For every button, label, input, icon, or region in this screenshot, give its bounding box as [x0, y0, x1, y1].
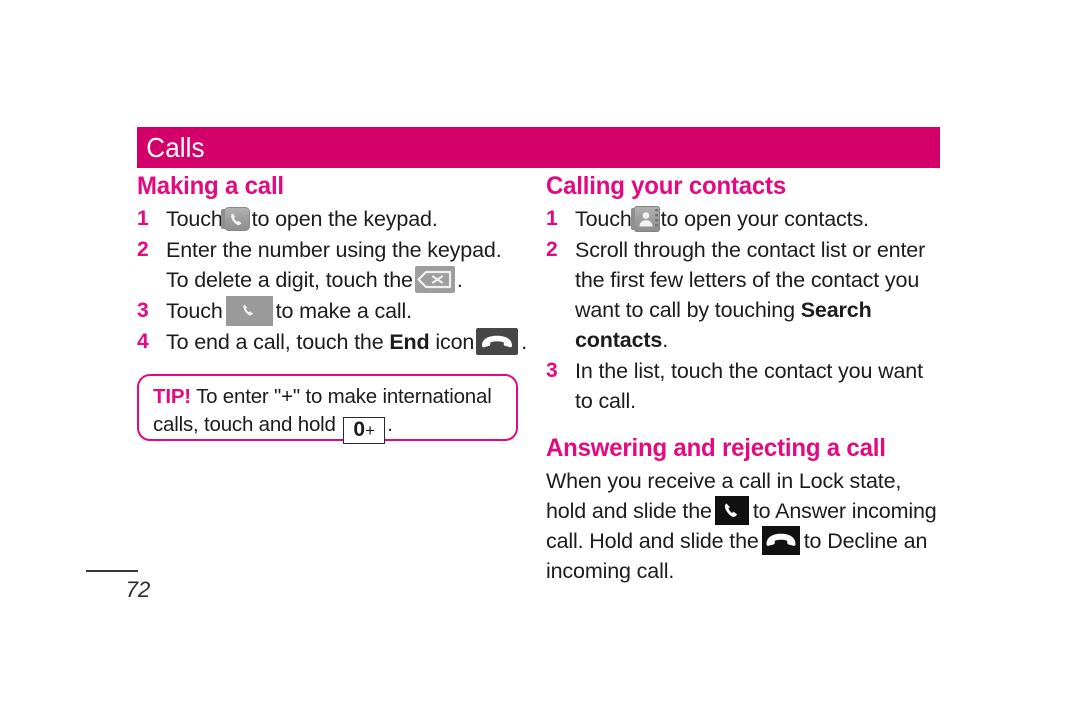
footer-divider [86, 570, 138, 572]
calling-contacts-steps: 1 Touch to open your contacts. 2 Scroll thr… [546, 204, 940, 416]
list-item: 3 In the list, touch the contact you want… [546, 356, 940, 416]
right-column: Calling your contacts 1 Touch to open your… [546, 172, 940, 586]
list-item: 2 Enter the number using the keypad. To d… [137, 235, 529, 295]
step-number: 2 [137, 238, 149, 261]
left-column: Making a call 1 Touch to open the keypad. … [137, 172, 529, 358]
manual-page: Calls Making a call 1 Touch to open the ke… [0, 0, 1080, 717]
step-number: 3 [546, 359, 558, 382]
step-text-after: to make a call. [275, 299, 413, 323]
zero-key-label: 0 [353, 418, 366, 441]
chapter-title: Calls [146, 131, 205, 163]
contacts-book-icon [630, 206, 660, 232]
answer-call-icon [714, 496, 749, 525]
step-text: Scroll through the contact list or enter… [575, 238, 926, 322]
step-text-after: . [521, 330, 528, 354]
tip-body-after: . [387, 413, 393, 436]
tip-body-before: To enter "+" to make international calls… [153, 385, 492, 436]
step-text-after: to open the keypad. [251, 207, 438, 231]
step-number: 4 [137, 330, 149, 353]
step-number: 1 [137, 207, 149, 230]
decline-call-icon [761, 526, 800, 555]
list-item: 1 Touch to open the keypad. [137, 204, 529, 234]
zero-plus-key-icon: 0+ [343, 417, 386, 444]
step-text-after: . [662, 328, 669, 352]
step-text: Touch [166, 207, 223, 231]
section-heading-making-a-call: Making a call [137, 172, 284, 200]
step-text: Touch [575, 207, 632, 231]
making-a-call-steps: 1 Touch to open the keypad. 2 Enter the num… [137, 204, 529, 357]
step-number: 2 [546, 238, 558, 261]
backspace-delete-icon [414, 266, 455, 293]
tip-text: TIP! To enter "+" to make international … [153, 383, 504, 444]
answering-rejecting-paragraph: When you receive a call in Lock state, h… [546, 466, 940, 586]
phone-keypad-icon [220, 207, 250, 231]
plus-key-label: + [365, 421, 376, 440]
end-call-icon [476, 328, 519, 355]
tip-callout-box: TIP! To enter "+" to make international … [137, 374, 518, 444]
list-item: 1 Touch to open your contacts. [546, 204, 940, 234]
page-footer: 72 [86, 570, 168, 603]
step-number: 1 [546, 207, 558, 230]
list-item: 2 Scroll through the contact list or ente… [546, 235, 940, 355]
step-text-middle: icon [435, 330, 475, 354]
section-heading-answering-rejecting: Answering and rejecting a call [546, 434, 886, 462]
step-emphasis-end: End [389, 330, 430, 354]
step-text: In the list, touch the contact you want … [575, 359, 923, 413]
list-item: 3 Touch to make a call. [137, 296, 529, 326]
list-item: 4 To end a call, touch the End icon. [137, 327, 529, 357]
step-text: To end a call, touch the [166, 330, 384, 354]
tip-label: TIP! [153, 385, 191, 408]
step-text: Touch [166, 299, 223, 323]
section-heading-calling-your-contacts: Calling your contacts [546, 172, 787, 200]
step-text-after: to open your contacts. [660, 207, 869, 231]
step-text-after: . [456, 268, 463, 292]
call-button-icon [225, 296, 273, 326]
step-number: 3 [137, 299, 149, 322]
chapter-header-bar: Calls [137, 127, 940, 168]
page-number: 72 [125, 577, 151, 602]
